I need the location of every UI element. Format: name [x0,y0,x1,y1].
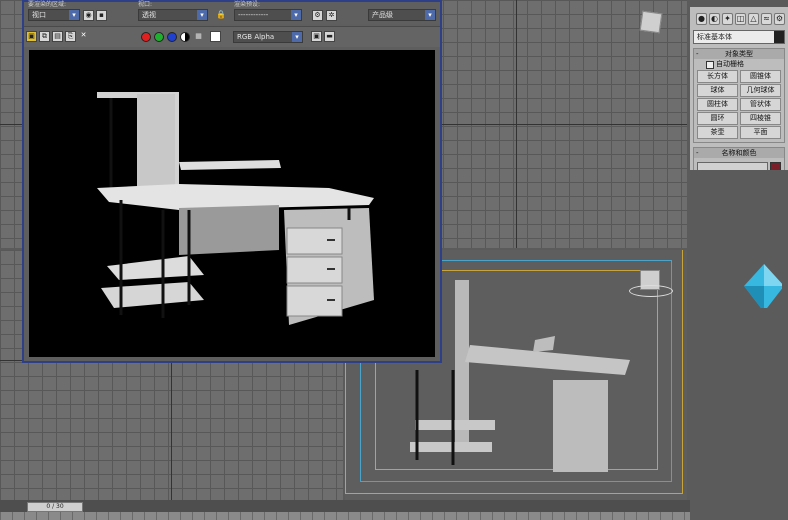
geometry-icon[interactable]: ● [696,13,707,25]
torus-button[interactable]: 圆环 [697,112,738,125]
clone-icon[interactable]: ⧉ [39,31,50,42]
red-channel-icon[interactable] [141,32,151,42]
create-category-icons: ● ◐ ✦ ◫ △ ≈ ⚙ [690,7,788,28]
category-dropdown[interactable]: 标准基本体 [693,30,785,44]
track-bar[interactable] [0,512,690,520]
area-label: 要渲染的区域: [28,1,67,8]
area-dropdown[interactable]: 视口 ▾ [28,9,80,21]
edit-region-icon[interactable]: ◉ [83,10,94,21]
time-slider[interactable]: 0 / 30 [27,502,83,512]
environment-icon[interactable]: ✲ [326,10,337,21]
save-icon[interactable]: ▣ [26,31,37,42]
alpha-icon[interactable] [180,32,190,42]
preset-label: 渲染预设: [234,1,261,8]
cameras-icon[interactable]: ◫ [735,13,746,25]
object-type-header[interactable]: - 对象类型 [694,49,784,59]
command-panel: ● ◐ ✦ ◫ △ ≈ ⚙ 标准基本体 - 对象类型 自动栅格 长方体 圆锥体 球… [690,0,788,520]
teapot-button[interactable]: 茶壶 [697,126,738,139]
systems-icon[interactable]: ⚙ [774,13,785,25]
box-button[interactable]: 长方体 [697,70,738,83]
shapes-icon[interactable]: ◐ [709,13,720,25]
spacewarps-icon[interactable]: ≈ [761,13,772,25]
render-frame-window[interactable]: 要渲染的区域: 视口 ▾ ◉ ▪ 视口: 透视 ▾ 🔒 渲染预设: --------… [22,0,442,363]
copy-icon[interactable]: ⎘ [65,31,76,42]
render-output-image [29,50,435,357]
lights-icon[interactable]: ✦ [722,13,733,25]
print-icon[interactable]: ▤ [52,31,63,42]
color-swatch[interactable] [210,31,221,42]
helpers-icon[interactable]: △ [748,13,759,25]
pyramid-button[interactable]: 四棱锥 [740,112,781,125]
toggle-ui-icon[interactable]: ▣ [311,31,322,42]
viewport-label: 视口: [138,1,153,8]
product-level-dropdown[interactable]: 产品级 ▾ [368,9,436,21]
auto-region-icon[interactable]: ▪ [96,10,107,21]
plane-button[interactable]: 平面 [740,126,781,139]
blue-channel-icon[interactable] [167,32,177,42]
display-icon[interactable]: ▬ [324,31,335,42]
viewport-dropdown[interactable]: 透视 ▾ [138,9,208,21]
tube-button[interactable]: 管状体 [740,98,781,111]
preset-dropdown[interactable]: ------------ ▾ [234,9,302,21]
cone-button[interactable]: 圆锥体 [740,70,781,83]
geosphere-button[interactable]: 几何球体 [740,84,781,97]
object-type-rollout: - 对象类型 自动栅格 长方体 圆锥体 球体 几何球体 圆柱体 管状体 圆环 四棱… [693,48,785,143]
desk-model-render [97,92,374,325]
autogrid-checkbox[interactable]: 自动栅格 [694,59,784,69]
mono-icon[interactable]: ▦ [193,32,204,43]
view-cube-icon[interactable] [639,10,663,34]
render-toolbar-bottom: ▣ ⧉ ▤ ⎘ ✕ ▦ RGB Alpha ▾ ▣ ▬ [24,26,440,47]
logo-gem-icon [744,264,782,308]
name-color-header[interactable]: - 名称和颜色 [694,148,784,158]
render-toolbar-top: 要渲染的区域: 视口 ▾ ◉ ▪ 视口: 透视 ▾ 🔒 渲染预设: --------… [24,2,440,24]
render-setup-icon[interactable]: ⚙ [312,10,323,21]
panel-title-bar [690,0,788,7]
sphere-button[interactable]: 球体 [697,84,738,97]
channel-dropdown[interactable]: RGB Alpha ▾ [233,31,303,43]
green-channel-icon[interactable] [154,32,164,42]
cylinder-button[interactable]: 圆柱体 [697,98,738,111]
lock-icon[interactable]: 🔒 [216,10,226,19]
clear-icon[interactable]: ✕ [78,31,89,42]
